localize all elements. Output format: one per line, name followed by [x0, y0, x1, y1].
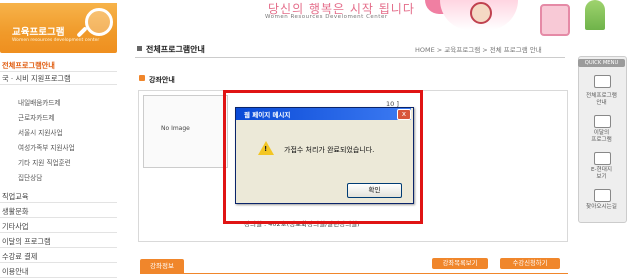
- site-slogan-sub: Women Resources Develoment Center: [265, 14, 388, 20]
- tab-course-info[interactable]: 강좌정보: [140, 259, 184, 273]
- quick-item-label[interactable]: 보기: [578, 174, 625, 181]
- apply-course-button[interactable]: 수강신청하기: [500, 258, 560, 269]
- nav-subitem[interactable]: 내일배움카드제: [18, 98, 60, 108]
- heading-divider: [135, 57, 565, 58]
- nav-subitem[interactable]: 근로자카드제: [18, 113, 54, 123]
- nav-subitem[interactable]: 집단상담: [18, 173, 42, 183]
- quick-item-label[interactable]: E-현대지: [578, 167, 625, 174]
- dialog-message: 가접수 처리가 완료되었습니다.: [284, 146, 375, 154]
- nav-item-job-training[interactable]: 직업교육: [0, 191, 117, 203]
- course-section-heading: 강좌안내: [149, 76, 175, 84]
- book-icon[interactable]: [594, 152, 611, 165]
- document-icon[interactable]: [594, 75, 611, 88]
- nav-subitem[interactable]: 기타 지원 직업훈련: [18, 158, 71, 168]
- warning-exclamation-icon: !: [264, 145, 268, 153]
- course-list-button[interactable]: 강좌목록보기: [432, 258, 488, 269]
- nav-item-all-programs[interactable]: 전체프로그램안내: [0, 60, 117, 72]
- dialog-close-button[interactable]: x: [397, 109, 411, 120]
- decorative-plant: [585, 0, 605, 30]
- quick-item-label[interactable]: 안내: [578, 100, 625, 107]
- dialog-title: 웹 페이지 메시지: [244, 111, 291, 119]
- quick-menu-title: QUICK MENU: [578, 59, 625, 67]
- decorative-figure: [470, 2, 492, 24]
- breadcrumb: HOME > 교육프로그램 > 전체 프로그램 안내: [415, 46, 542, 54]
- quick-item-label[interactable]: 프로그램: [578, 137, 625, 144]
- nav-item-usage-guide[interactable]: 이용안내: [0, 266, 117, 278]
- no-image-label: No Image: [161, 125, 190, 132]
- section-title: 교육프로그램: [12, 27, 65, 38]
- tab-underline: [140, 273, 568, 274]
- nav-item-subsidy-programs[interactable]: 국 · 시비 지원프로그램: [0, 73, 117, 85]
- nav-item-tuition-payment[interactable]: 수강료 결제: [0, 251, 117, 263]
- section-subtitle: Women resources development center: [12, 38, 100, 43]
- nav-item-life-culture[interactable]: 생활문화: [0, 206, 117, 218]
- page-title: 전체프로그램안내: [146, 45, 205, 54]
- decorative-bag: [540, 4, 570, 36]
- left-nav: 전체프로그램안내 국 · 시비 지원프로그램 내일배움카드제 근로자카드제 서울…: [0, 55, 117, 279]
- dialog-ok-button[interactable]: 확인: [347, 183, 402, 198]
- nav-item-monthly-program[interactable]: 이달의 프로그램: [0, 236, 117, 248]
- calendar-icon[interactable]: [594, 115, 611, 128]
- quick-item-label[interactable]: 이달의: [578, 130, 625, 137]
- quick-item-label[interactable]: 찾아오시는길: [578, 204, 625, 211]
- quick-item-label[interactable]: 전체프로그램: [578, 93, 625, 100]
- map-icon[interactable]: [594, 189, 611, 202]
- course-bullet-icon: [139, 75, 145, 81]
- nav-subitem[interactable]: 서울시 지원사업: [18, 128, 63, 138]
- magnifier-icon: [85, 8, 113, 36]
- nav-item-other-projects[interactable]: 기타사업: [0, 221, 117, 233]
- heading-bullet-icon: [137, 46, 142, 51]
- nav-subitem[interactable]: 여성가족부 지원사업: [18, 143, 75, 153]
